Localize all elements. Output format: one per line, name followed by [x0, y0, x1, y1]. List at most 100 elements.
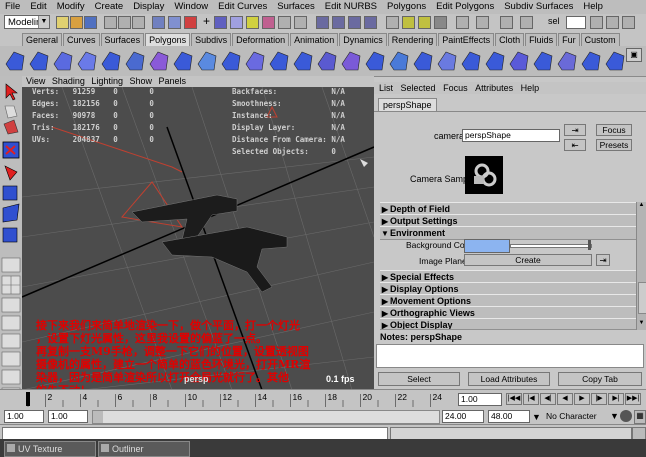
auto-key-icon[interactable] [620, 410, 632, 422]
end-time-field[interactable]: 48.00 [488, 410, 530, 423]
go-to-start-icon[interactable]: |◀◀ [506, 393, 522, 405]
shelf-tool-icon[interactable] [197, 51, 217, 71]
scroll-up-icon[interactable]: ▲ [637, 202, 646, 210]
menu-subdiv-surfaces[interactable]: Subdiv Surfaces [499, 0, 578, 14]
shelf-tab-fluids[interactable]: Fluids [525, 33, 558, 46]
render-globals-icon[interactable] [434, 16, 447, 29]
ae-scrollbar[interactable]: ▲ ▼ [636, 202, 646, 330]
select-component-icon[interactable] [132, 16, 145, 29]
shelf-tool-icon[interactable] [245, 51, 265, 71]
shelf-tab-deformation[interactable]: Deformation [232, 33, 290, 46]
playback-start-field[interactable]: 1.00 [48, 410, 88, 423]
step-back-key-icon[interactable]: |◀ [523, 393, 539, 405]
rename-icon[interactable] [520, 16, 533, 29]
shelf-tab-subdivs[interactable]: Subdivs [191, 33, 232, 46]
render-icon[interactable] [402, 16, 415, 29]
shelf-tool-icon[interactable] [557, 51, 577, 71]
animation-prefs-icon[interactable]: ▦ [634, 410, 646, 424]
character-set-field[interactable]: No Character Set [546, 410, 608, 433]
step-forward-key-icon[interactable]: ▶| [608, 393, 624, 405]
menu-edit[interactable]: Edit [25, 0, 51, 14]
shelf-tool-icon[interactable] [101, 51, 121, 71]
chevron-down-icon[interactable]: ▼ [610, 411, 619, 421]
shelf-tool-icon[interactable] [221, 51, 241, 71]
select-hierarchy-icon[interactable] [104, 16, 117, 29]
shelf-tool-icon[interactable] [485, 51, 505, 71]
shelf-tab-painteffects[interactable]: PaintEffects [438, 33, 495, 46]
ae-menu-selected[interactable]: Selected [401, 83, 436, 93]
shelf-tool-icon[interactable] [605, 51, 625, 71]
mask-dynamic-icon[interactable] [262, 16, 275, 29]
snap-grid-icon[interactable] [316, 16, 329, 29]
ae-menu-list[interactable]: List [379, 83, 393, 93]
tool-settings-icon[interactable] [606, 16, 619, 29]
shelf-tool-icon[interactable] [149, 51, 169, 71]
snap-point-icon[interactable] [348, 16, 361, 29]
new-scene-icon[interactable] [56, 16, 69, 29]
go-to-input-icon[interactable]: ⇥ [564, 124, 586, 136]
play-backward-icon[interactable]: ◀ [557, 393, 573, 405]
shelf-tab-fur[interactable]: Fur [558, 33, 580, 46]
play-forward-icon[interactable]: ▶ [574, 393, 590, 405]
tab-perspshape[interactable]: perspShape [378, 98, 437, 111]
create-image-plane-button[interactable]: Create [464, 254, 592, 266]
shelf-tab-dynamics[interactable]: Dynamics [339, 33, 387, 46]
shelf-tool-icon[interactable] [317, 51, 337, 71]
shelf-tool-icon[interactable] [173, 51, 193, 71]
shelf-tab-cloth[interactable]: Cloth [495, 33, 525, 46]
mask-handle-icon[interactable] [168, 16, 181, 29]
snap-view-plane-icon[interactable] [364, 16, 377, 29]
shelf-options-icon[interactable]: ▣ [626, 48, 642, 62]
mask-curve-icon[interactable] [214, 16, 227, 29]
shelf-tool-icon[interactable] [581, 51, 601, 71]
ae-menu-focus[interactable]: Focus [443, 83, 468, 93]
mask-joint-icon[interactable] [184, 16, 197, 29]
menu-edit-curves[interactable]: Edit Curves [213, 0, 272, 14]
character-set-icon[interactable]: ▼ [532, 412, 541, 422]
shelf-tool-icon[interactable] [461, 51, 481, 71]
mask-misc-icon[interactable] [294, 16, 307, 29]
shelf-tool-icon[interactable] [29, 51, 49, 71]
copy-tab-button[interactable]: Copy Tab [558, 372, 642, 386]
shelf-tool-icon[interactable] [509, 51, 529, 71]
shelf-tool-icon[interactable] [341, 51, 361, 71]
menu-edit-polygons[interactable]: Edit Polygons [431, 0, 499, 14]
viewport-menu-show[interactable]: Show [129, 76, 152, 86]
menu-surfaces[interactable]: Surfaces [272, 0, 320, 14]
shelf-tool-icon[interactable] [125, 51, 145, 71]
shelf-tab-custom[interactable]: Custom [580, 33, 620, 46]
open-scene-icon[interactable] [70, 16, 83, 29]
viewport-menu-view[interactable]: View [26, 76, 45, 86]
shelf-tab-animation[interactable]: Animation [290, 33, 339, 46]
mask-render-icon[interactable] [278, 16, 291, 29]
step-back-frame-icon[interactable]: ◀| [540, 393, 556, 405]
uv-texture-editor-window[interactable]: UV Texture [4, 441, 96, 457]
snap-curve-icon[interactable] [332, 16, 345, 29]
viewport-menu-shading[interactable]: Shading [52, 76, 85, 86]
camera-name-field[interactable]: perspShape [462, 129, 560, 142]
frame-environment[interactable]: ▼Environment [380, 226, 636, 240]
shelf-tool-icon[interactable] [365, 51, 385, 71]
outliner-window[interactable]: Outliner [98, 441, 190, 457]
shelf-tool-icon[interactable] [413, 51, 433, 71]
presets-button[interactable]: Presets [596, 139, 632, 151]
range-bar[interactable] [92, 410, 440, 424]
shelf-tab-rendering[interactable]: Rendering [387, 33, 438, 46]
viewport-menu-lighting[interactable]: Lighting [91, 76, 123, 86]
shelf-tool-icon[interactable] [389, 51, 409, 71]
mode-select[interactable]: Modeling ▼ [4, 15, 50, 29]
background-color-swatch[interactable] [464, 239, 510, 253]
current-frame-field[interactable]: 1.00 [458, 393, 502, 406]
slider-handle[interactable] [588, 240, 591, 250]
viewport-menu-panels[interactable]: Panels [159, 76, 187, 86]
menu-edit-nurbs[interactable]: Edit NURBS [320, 0, 382, 14]
go-to-output-icon[interactable]: ⇤ [564, 139, 586, 151]
menu-polygons[interactable]: Polygons [382, 0, 431, 14]
output-list-icon[interactable] [500, 16, 513, 29]
start-time-field[interactable]: 1.00 [4, 410, 44, 423]
image-plane-link-icon[interactable]: ⇥ [596, 254, 610, 266]
shelf-tab-polygons[interactable]: Polygons [145, 33, 191, 46]
select-object-icon[interactable] [118, 16, 131, 29]
attribute-editor-icon[interactable] [590, 16, 603, 29]
mask-surface-icon[interactable] [230, 16, 243, 29]
